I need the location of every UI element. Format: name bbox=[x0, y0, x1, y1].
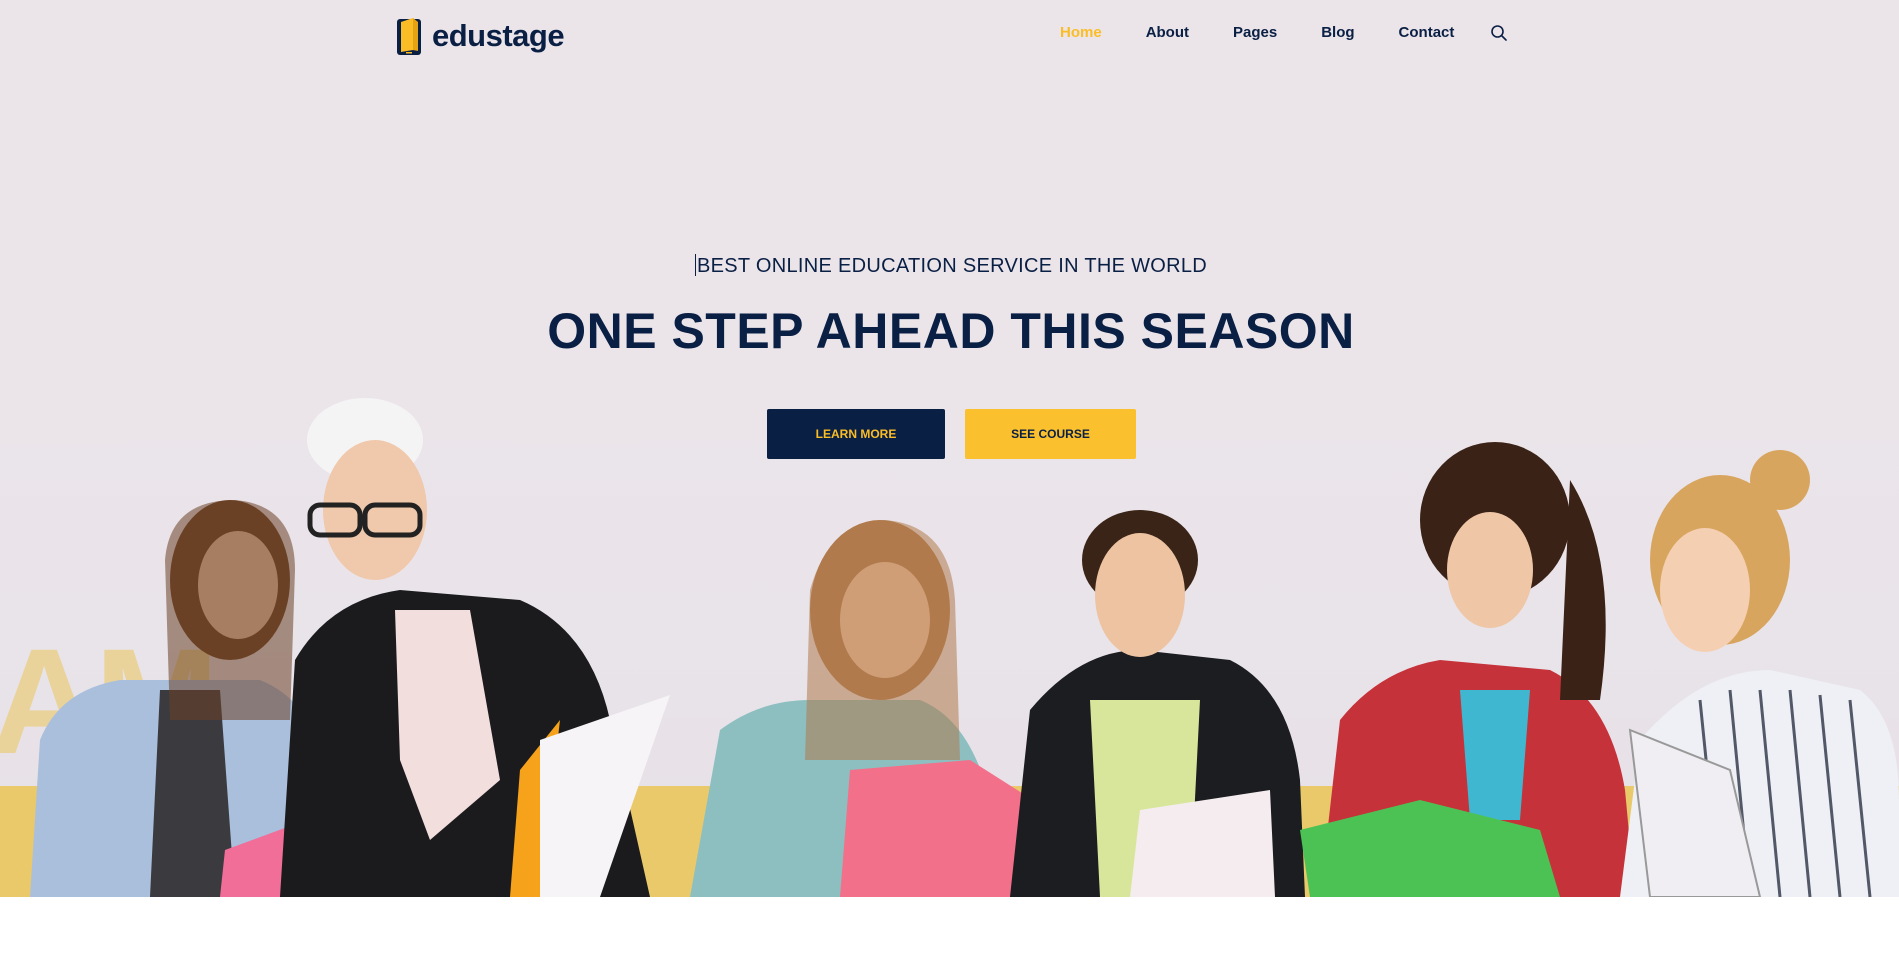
nav-item-about[interactable]: About bbox=[1146, 24, 1189, 41]
nav-item-pages[interactable]: Pages bbox=[1233, 24, 1277, 41]
brand-name: edustage bbox=[432, 18, 565, 53]
hero-eyebrow: BEST ONLINE EDUCATION SERVICE IN THE WOR… bbox=[0, 254, 1899, 278]
search-icon[interactable] bbox=[1490, 24, 1508, 42]
learn-more-button[interactable]: LEARN MORE bbox=[767, 409, 945, 459]
student-5 bbox=[1300, 442, 1635, 897]
student-2 bbox=[280, 398, 670, 897]
hero-students-image bbox=[30, 398, 1899, 897]
nav-item-contact[interactable]: Contact bbox=[1399, 24, 1455, 41]
brand-logo[interactable]: edustage bbox=[396, 16, 565, 56]
nav-item-home[interactable]: Home bbox=[1060, 24, 1102, 41]
see-course-button[interactable]: SEE COURSE bbox=[965, 409, 1136, 459]
nav-item-blog[interactable]: Blog bbox=[1321, 24, 1354, 41]
hero-headline: ONE STEP AHEAD THIS SEASON bbox=[547, 303, 1355, 359]
student-4 bbox=[1010, 510, 1305, 897]
book-phone-logo-icon bbox=[397, 18, 421, 55]
site-header: edustage Home About Pages Blog Contact bbox=[0, 0, 1899, 72]
student-6 bbox=[1620, 450, 1899, 897]
main-nav: Home About Pages Blog Contact bbox=[1060, 24, 1498, 41]
hero-section: AM bbox=[0, 0, 1899, 897]
hero-eyebrow-text: BEST ONLINE EDUCATION SERVICE IN THE WOR… bbox=[696, 255, 1208, 277]
text-caret bbox=[694, 254, 696, 276]
